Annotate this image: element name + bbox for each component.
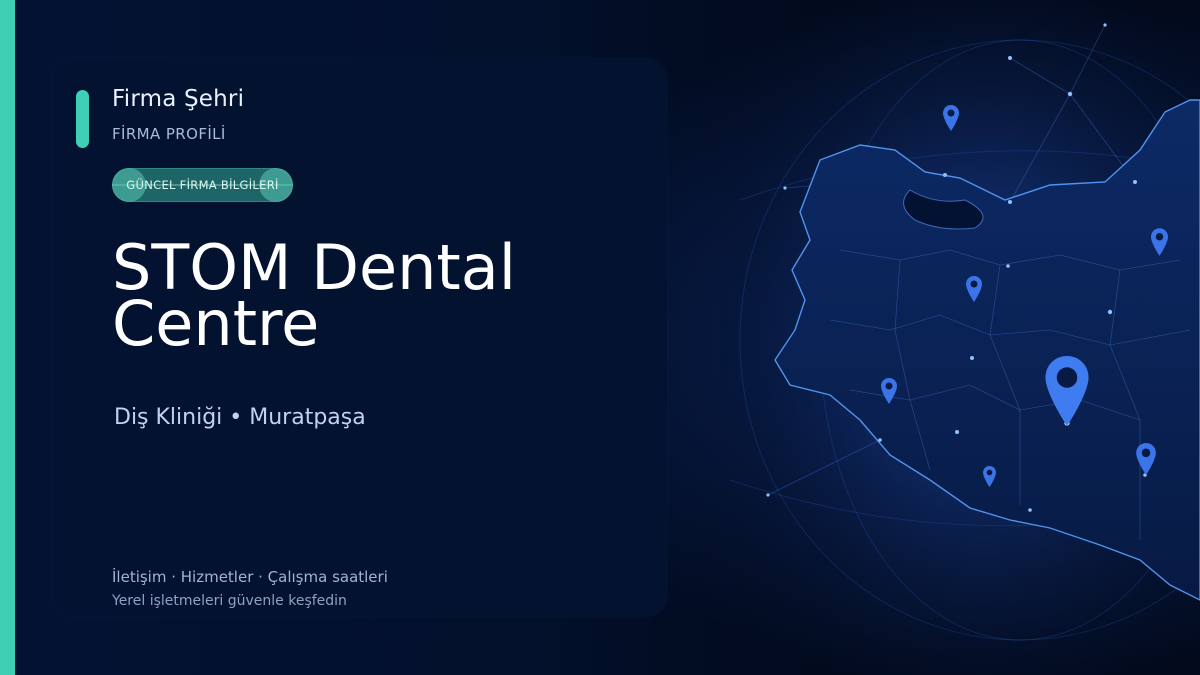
business-name: STOM Dental Centre [112,231,516,360]
brand-name: Firma Şehri [112,86,245,112]
accent-bar [0,0,15,675]
business-category-location: Diş Kliniği • Muratpaşa [114,405,366,430]
map-pin-icon [881,378,897,404]
footer-links: İletişim · Hizmetler · Çalışma saatleri [112,568,388,586]
status-badge: GÜNCEL FİRMA BİLGİLERİ [112,168,293,202]
map-illustration [720,0,1200,675]
badge-label: GÜNCEL FİRMA BİLGİLERİ [126,178,279,192]
map-pin-icon [966,276,982,302]
map-pin-icon [1151,228,1168,256]
map-pin-icon [943,105,959,131]
section-label: FİRMA PROFİLİ [112,125,226,143]
map-pin-icon [983,466,996,487]
map-pin-icon [1045,356,1089,426]
map-pin-icon [1136,443,1156,475]
brand-accent-pill [76,90,89,148]
footer-tagline: Yerel işletmeleri güvenle keşfedin [112,593,347,609]
